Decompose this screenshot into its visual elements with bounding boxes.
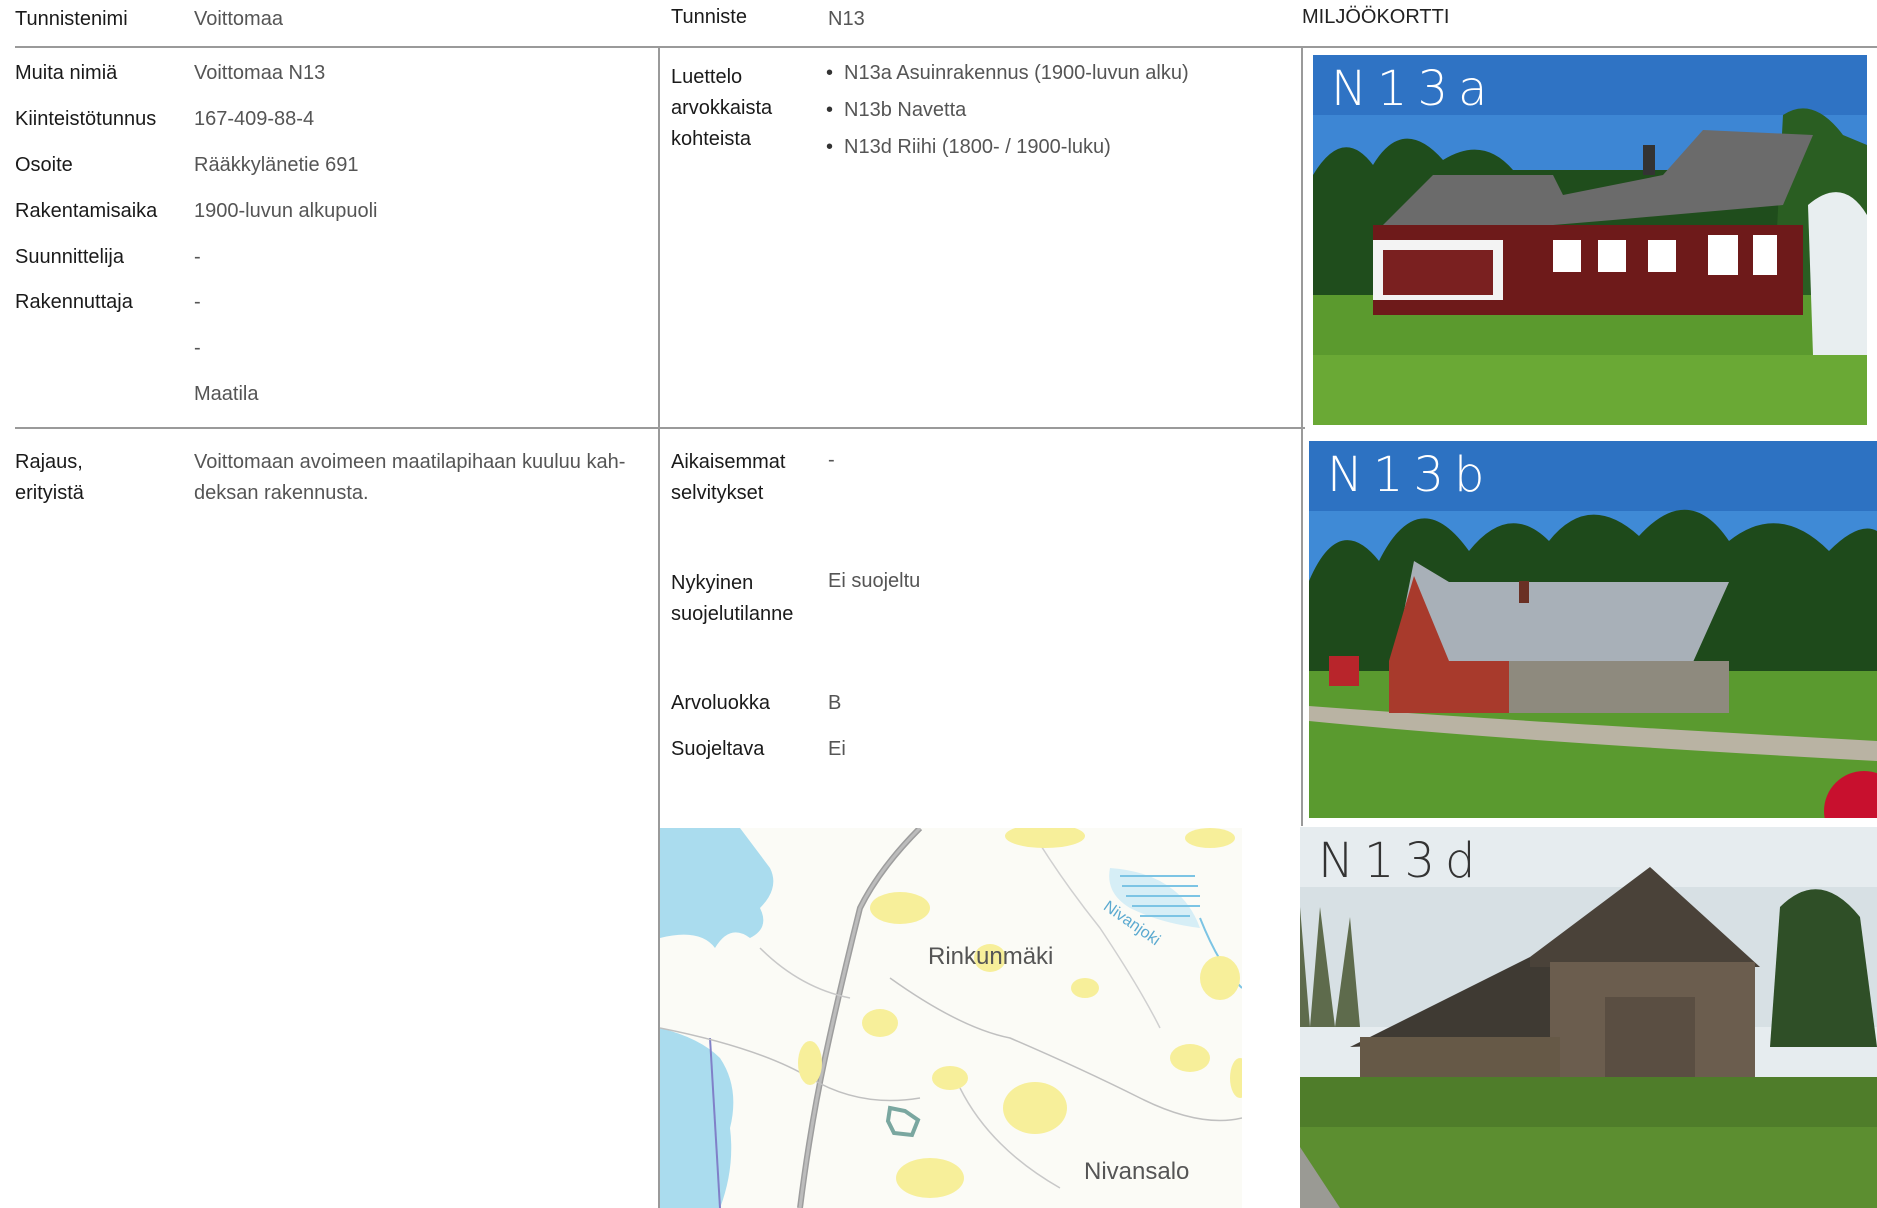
protection-label: Nykyinen suojelutilanne [671,572,794,625]
protection-value: Ei suojeltu [828,570,921,592]
extra-value-2: Maatila [194,383,259,405]
id-value: N13 [828,8,865,30]
column-divider-2 [1301,46,1303,826]
list-item: N13d Riihi (1800- / 1900-luku) [826,136,1286,159]
property-id-value: 167-409-88-4 [194,108,315,130]
prev-studies-value: - [828,449,835,471]
prev-studies-label: Aikaisemmat selvitykset [671,451,786,504]
designer-value: - [194,246,201,268]
name-value: Voittomaa [194,8,283,30]
card-title: MILJÖÖKORTTI [1302,6,1450,28]
id-label: Tunniste [671,6,747,28]
address-label: Osoite [15,154,73,176]
built-value: 1900-luvun alkupuoli [194,200,378,222]
map-graphic [660,828,1242,1208]
list-item: N13b Navetta [826,99,1286,122]
protect-value: Ei [828,738,846,760]
name-label: Tunnistenimi [15,8,128,30]
address-value: Rääkkylänetie 691 [194,154,359,176]
header-divider [15,46,1877,48]
boundary-label: Rajaus, erityistä [15,451,84,504]
map-label-place-2: Nivansalo [1084,1158,1190,1185]
photo-n13a: N13a [1313,55,1867,425]
photo-tag-n13b: N13b [1327,447,1495,503]
designer-label: Suunnittelija [15,246,124,268]
photo-tag-n13d: N13d [1318,833,1486,889]
objects-label: Luettelo arvokkaista kohteista [671,66,773,150]
photo-n13d: N13d [1300,827,1877,1208]
builder-label: Rakennuttaja [15,291,133,313]
location-map[interactable]: Rinkunmäki Nivansalo Nivanjoki [660,828,1242,1208]
objects-list: N13a Asuinrakennus (1900-luvun alku) N13… [826,62,1286,173]
map-label-place-1: Rinkunmäki [928,943,1054,970]
built-label: Rakentamisaika [15,200,158,222]
photo-tag-n13a: N13a [1331,61,1498,117]
list-item: N13a Asuinrakennus (1900-luvun alku) [826,62,1286,85]
protect-label: Suojeltava [671,738,765,760]
photo-n13b: N13b [1309,441,1877,818]
value-class-label: Arvoluokka [671,692,770,714]
other-names-label: Muita nimiä [15,62,118,84]
property-id-label: Kiinteistötunnus [15,108,157,130]
value-class-value: B [828,692,842,714]
builder-value: - [194,291,201,313]
extra-value-1: - [194,337,201,359]
other-names-value: Voittomaa N13 [194,62,326,84]
section-divider [15,427,1305,429]
boundary-text: Voittomaan avoimeen maatilapihaan kuuluu… [194,451,626,504]
